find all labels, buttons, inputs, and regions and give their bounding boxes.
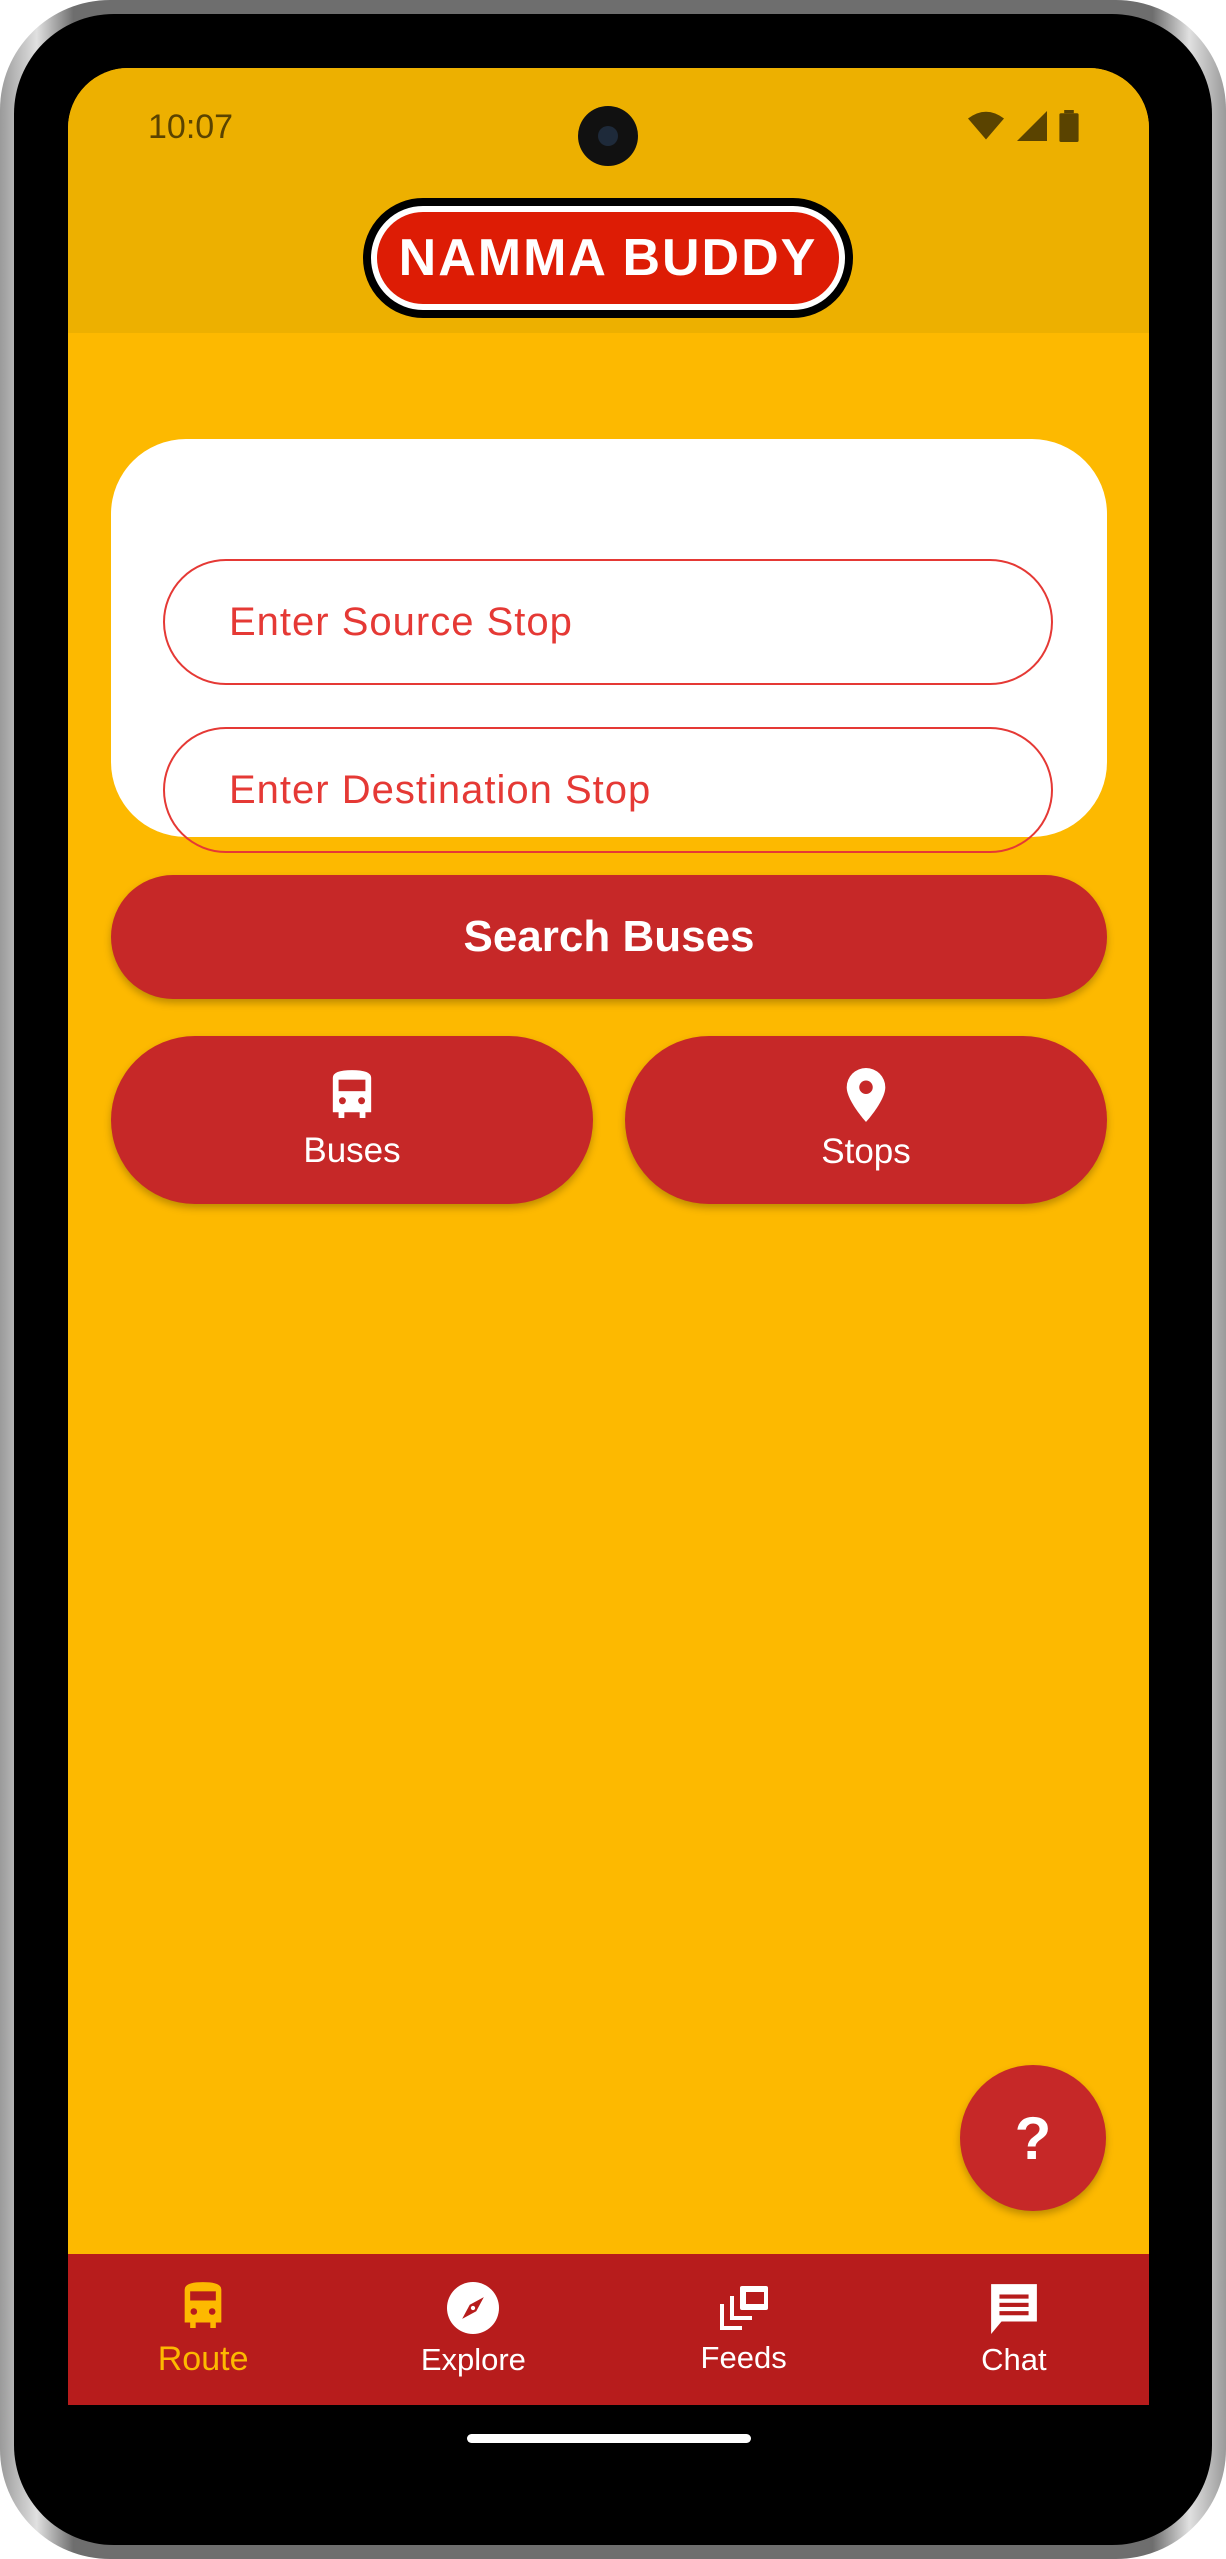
nav-feeds-label: Feeds bbox=[700, 2339, 787, 2375]
camera-cutout bbox=[578, 106, 638, 166]
destination-stop-input[interactable]: Enter Destination Stop bbox=[163, 727, 1053, 853]
compass-icon bbox=[447, 2281, 500, 2334]
search-buses-button[interactable]: Search Buses bbox=[111, 875, 1107, 999]
route-search-card: Enter Source Stop Enter Destination Stop bbox=[111, 439, 1107, 853]
stops-button[interactable]: Stops bbox=[625, 1036, 1107, 1204]
signal-icon bbox=[1017, 111, 1047, 141]
feeds-icon bbox=[719, 2285, 768, 2330]
status-time: 10:07 bbox=[148, 108, 234, 146]
bottom-nav: Route Explore Feeds Chat bbox=[68, 2254, 1149, 2405]
bus-icon bbox=[332, 1070, 372, 1118]
wifi-icon bbox=[968, 111, 1004, 140]
bus-icon bbox=[184, 2282, 222, 2328]
status-icons bbox=[967, 110, 1079, 142]
buses-label: Buses bbox=[303, 1131, 401, 1170]
battery-icon bbox=[1059, 110, 1079, 142]
source-stop-input[interactable]: Enter Source Stop bbox=[163, 559, 1053, 685]
nav-explore-label: Explore bbox=[420, 2341, 526, 2377]
home-indicator[interactable] bbox=[467, 2434, 751, 2443]
buses-button[interactable]: Buses bbox=[111, 1036, 593, 1204]
nav-feeds[interactable]: Feeds bbox=[609, 2254, 879, 2405]
namma-buddy-logo: NAMMA BUDDY bbox=[363, 198, 853, 318]
location-pin-icon bbox=[846, 1068, 886, 1122]
nav-route[interactable]: Route bbox=[68, 2254, 338, 2405]
chat-icon bbox=[990, 2283, 1037, 2334]
screen: 10:07 NAMMA BUDDY Enter Source Stop Ente… bbox=[68, 68, 1149, 2405]
nav-route-label: Route bbox=[157, 2340, 249, 2378]
nav-explore[interactable]: Explore bbox=[338, 2254, 608, 2405]
stops-label: Stops bbox=[821, 1132, 911, 1171]
app-bar: 10:07 NAMMA BUDDY bbox=[68, 68, 1149, 333]
nav-chat-label: Chat bbox=[981, 2341, 1047, 2377]
help-fab[interactable]: ? bbox=[960, 2065, 1106, 2211]
nav-chat[interactable]: Chat bbox=[879, 2254, 1149, 2405]
